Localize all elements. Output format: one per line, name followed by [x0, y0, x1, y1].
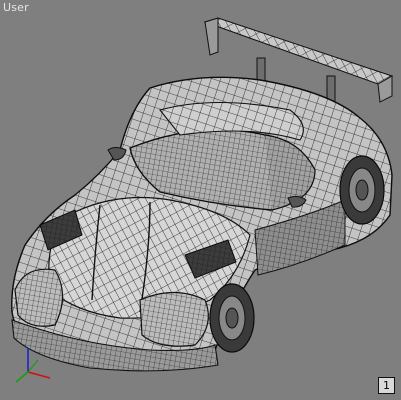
race-car-wireframe-mesh[interactable] — [0, 0, 401, 400]
viewport-number-badge[interactable]: 1 — [378, 377, 395, 394]
viewport-user[interactable]: User 1 — [0, 0, 401, 400]
axis-tripod-icon — [15, 348, 51, 383]
